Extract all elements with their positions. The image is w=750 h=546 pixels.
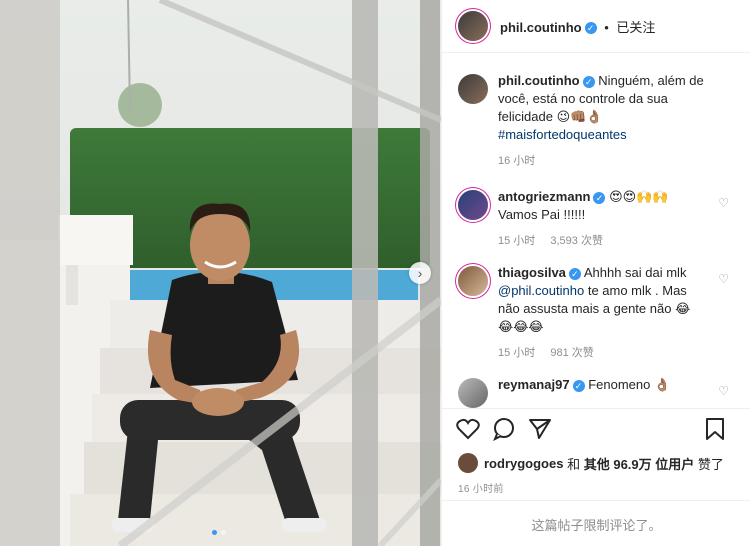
likes-connector: 和	[567, 456, 581, 472]
comment-bubble-icon[interactable]	[492, 417, 516, 441]
comment-avatar[interactable]	[458, 378, 488, 408]
comment-item: reymanaj97 ✓ Fenomeno 👌🏽 ♡	[442, 376, 750, 408]
comment-emoji: 👌🏽	[653, 377, 671, 392]
header-separator: •	[604, 19, 609, 35]
verified-badge-icon: ✓	[593, 191, 606, 204]
liker-username[interactable]: rodrygogoes	[484, 456, 563, 471]
caption-time: 16 小时	[498, 155, 536, 167]
likes-summary: rodrygogoes 和 其他 96.9万 位用户 赞了	[458, 453, 724, 473]
comments-list[interactable]: phil.coutinho ✓ Ninguém, além de você, es…	[442, 60, 750, 408]
comment-username[interactable]: antogriezmann	[498, 189, 590, 204]
caption-avatar[interactable]	[458, 74, 488, 104]
comment-text: Fenomeno	[588, 377, 651, 392]
comment-text-1: Ahhhh sai dai mlk	[583, 265, 687, 280]
comment-like-heart-icon[interactable]: ♡	[718, 194, 729, 212]
post-sidebar: phil.coutinho ✓ • 已关注 phil.coutinho ✓ Ning…	[441, 0, 750, 546]
follow-button[interactable]: 已关注	[616, 20, 655, 35]
comment-username[interactable]: thiagosilva	[498, 265, 566, 280]
caption: phil.coutinho ✓ Ninguém, além de você, es…	[442, 72, 750, 170]
caption-emoji: 😉👊🏽👌🏽	[556, 109, 603, 124]
post-header: phil.coutinho ✓ • 已关注	[442, 0, 750, 53]
comment-emoji-end: 😂	[675, 301, 691, 316]
caption-meta: 16 小时	[498, 152, 711, 170]
caption-hashtag[interactable]: #maisfortedoqueantes	[498, 127, 627, 142]
comment-likes[interactable]: 981 次赞	[550, 347, 593, 359]
verified-badge-icon: ✓	[568, 267, 581, 280]
likes-suffix: 赞了	[697, 456, 724, 472]
bookmark-icon[interactable]	[703, 417, 727, 441]
comments-limited-notice: 这篇帖子限制评论了。	[442, 500, 750, 546]
comment-text: Vamos Pai !!!!!!	[498, 207, 586, 222]
liker-avatar[interactable]	[458, 453, 478, 473]
comment-like-heart-icon[interactable]: ♡	[718, 382, 729, 400]
like-heart-icon[interactable]	[456, 417, 480, 441]
carousel-indicator	[212, 530, 226, 535]
post-photo[interactable]: ›	[0, 0, 441, 546]
comment-meta: 15 小时 981 次赞	[498, 344, 711, 362]
comment-like-heart-icon[interactable]: ♡	[718, 270, 729, 288]
verified-badge-icon: ✓	[572, 379, 585, 392]
comment-emoji-line: 😂😂😂	[498, 319, 544, 334]
comment-item: antogriezmann ✓ 😍😍🙌🙌 Vamos Pai !!!!!! 15 …	[442, 188, 750, 250]
comment-meta: 15 小时 3,593 次赞	[498, 232, 711, 250]
comment-emoji: 😍😍🙌🙌	[609, 189, 669, 204]
share-paper-plane-icon[interactable]	[528, 417, 552, 441]
comment-avatar[interactable]	[458, 190, 488, 220]
photo-illustration	[0, 0, 441, 546]
author-avatar[interactable]	[458, 11, 488, 41]
next-photo-button[interactable]: ›	[409, 262, 431, 284]
post-viewer: › phil.coutinho ✓ • 已关注 phil.coutinho ✓ Ni…	[0, 0, 750, 546]
comment-time: 15 小时	[498, 235, 536, 247]
verified-badge-icon: ✓	[582, 75, 595, 88]
post-timestamp[interactable]: 16 小时前	[458, 480, 504, 495]
author-username[interactable]: phil.coutinho	[500, 20, 582, 35]
comment-mention[interactable]: @phil.coutinho	[498, 283, 584, 298]
comment-item: thiagosilva ✓ Ahhhh sai dai mlk @phil.cou…	[442, 264, 750, 362]
carousel-dot-1	[212, 530, 217, 535]
carousel-dot-2	[221, 530, 226, 535]
likes-others[interactable]: 其他 96.9万 位用户	[584, 454, 695, 473]
caption-username[interactable]: phil.coutinho	[498, 73, 580, 88]
comment-time: 15 小时	[498, 347, 536, 359]
action-bar	[442, 408, 750, 448]
comment-avatar[interactable]	[458, 266, 488, 296]
chevron-right-icon: ›	[417, 265, 423, 281]
comment-likes[interactable]: 3,593 次赞	[550, 235, 603, 247]
verified-badge-icon: ✓	[584, 22, 597, 35]
comment-username[interactable]: reymanaj97	[498, 377, 570, 392]
